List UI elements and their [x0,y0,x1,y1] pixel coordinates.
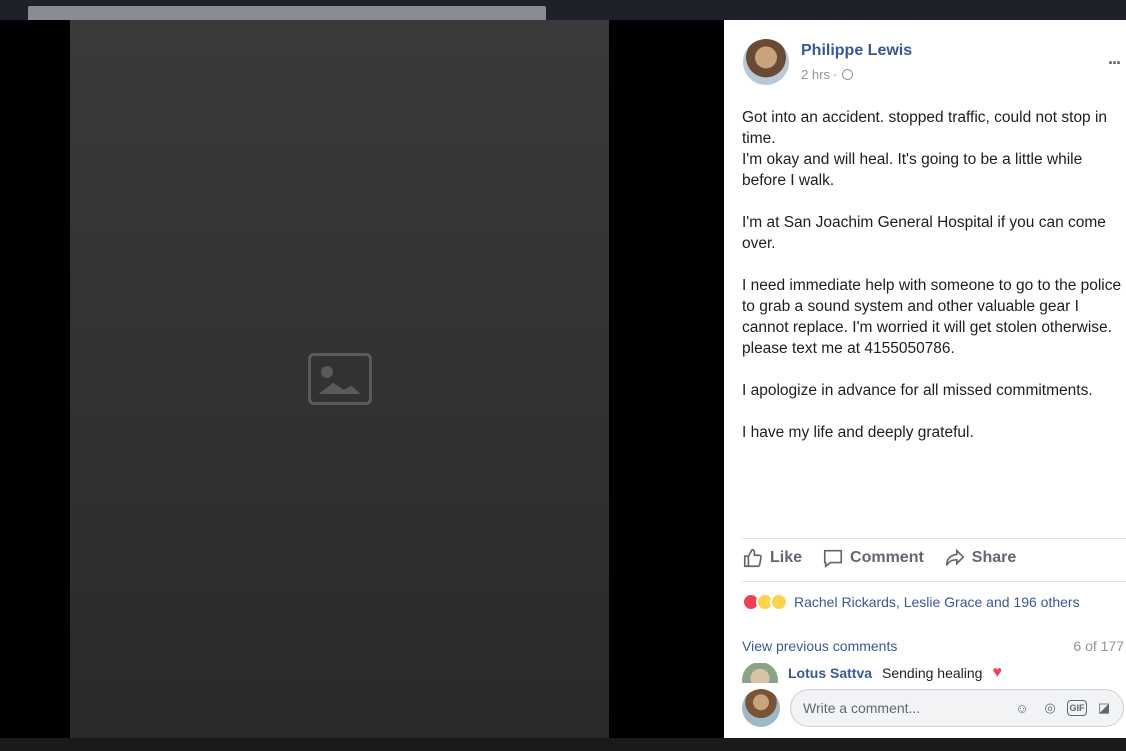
image-icon [307,353,372,405]
share-arrow-icon [945,548,965,566]
share-label: Share [971,549,1017,566]
comment-placeholder: Write a comment... [803,700,921,716]
emoji-icon[interactable]: ☺ [1011,697,1033,719]
like-button[interactable]: Like [742,547,802,569]
comment-input[interactable]: Write a comment... ☺ ◎ GIF ◪ [790,689,1124,727]
comment-label: Comment [850,549,924,566]
reactions-text: Rachel Rickards, Leslie Grace and 196 ot… [794,594,1080,610]
comment-bubble-icon [823,549,843,568]
reactions-summary[interactable]: Rachel Rickards, Leslie Grace and 196 ot… [742,593,1080,611]
globe-icon[interactable] [842,69,854,80]
top-navigation-bar [0,0,1126,20]
post-text: Got into an accident. stopped traffic, c… [742,107,1122,464]
divider [742,581,1126,582]
post-paragraph: I need immediate help with someone to go… [742,277,1122,357]
divider [742,538,1126,539]
comment-composer: Write a comment... ☺ ◎ GIF ◪ [742,689,1124,727]
comment-text: Sending healing [882,665,983,681]
sad-reaction-icon [770,593,788,611]
more-options-button[interactable]: ... [1108,48,1121,69]
post-time[interactable]: 2 hrs [801,67,830,82]
commenter-avatar[interactable] [742,663,778,683]
author-avatar[interactable] [743,39,789,85]
comment-button[interactable]: Comment [822,547,924,569]
share-button[interactable]: Share [944,547,1016,569]
sticker-icon[interactable]: ◪ [1093,697,1115,719]
post-paragraph: Got into an accident. stopped traffic, c… [742,109,1108,189]
top-search-bar[interactable] [28,6,546,20]
post-meta: 2 hrs · [801,67,854,82]
current-user-avatar [742,689,780,727]
post-actions: Like Comment Share [742,547,1016,569]
view-previous-comments[interactable]: View previous comments [742,638,897,654]
gif-icon[interactable]: GIF [1067,700,1087,716]
post-photo[interactable] [70,20,609,738]
camera-icon[interactable]: ◎ [1039,697,1061,719]
heart-emoji: ♥ [992,664,1002,681]
post-paragraph: I have my life and deeply grateful. [742,424,974,441]
meta-separator: · [832,67,838,82]
post-side-panel: Philippe Lewis 2 hrs · ... Got into an a… [724,20,1126,738]
bottom-chat-bar [0,738,1126,751]
like-label: Like [770,549,803,566]
comment-count: 6 of 177 [1073,638,1124,654]
comment-item: Lotus Sattva Sending healing ♥ [742,663,1002,683]
author-name[interactable]: Philippe Lewis [801,42,912,60]
thumbs-up-icon [743,548,762,568]
post-paragraph: I'm at San Joachim General Hospital if y… [742,214,1106,252]
post-paragraph: I apologize in advance for all missed co… [742,382,1093,399]
commenter-name[interactable]: Lotus Sattva [788,665,872,681]
photo-placeholder [70,20,609,738]
